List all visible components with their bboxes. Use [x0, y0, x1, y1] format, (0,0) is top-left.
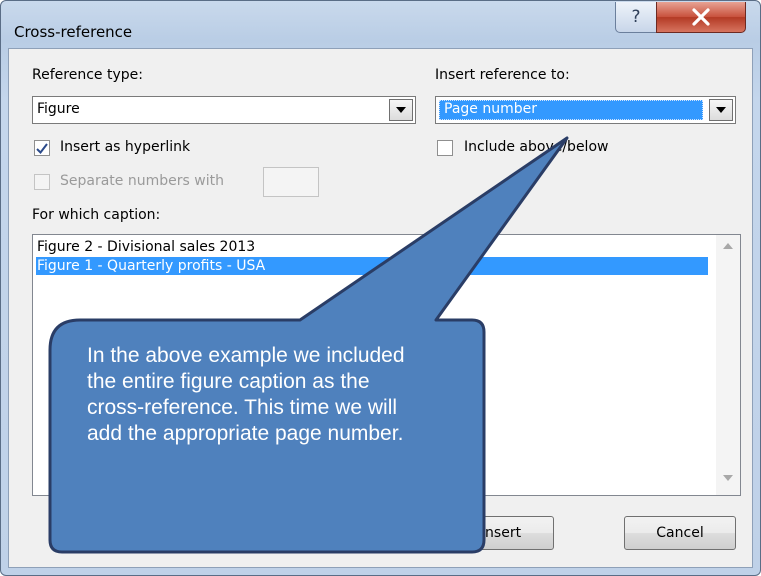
callout-bubble [48, 136, 569, 554]
callout-text: In the above example we included the ent… [87, 344, 405, 445]
